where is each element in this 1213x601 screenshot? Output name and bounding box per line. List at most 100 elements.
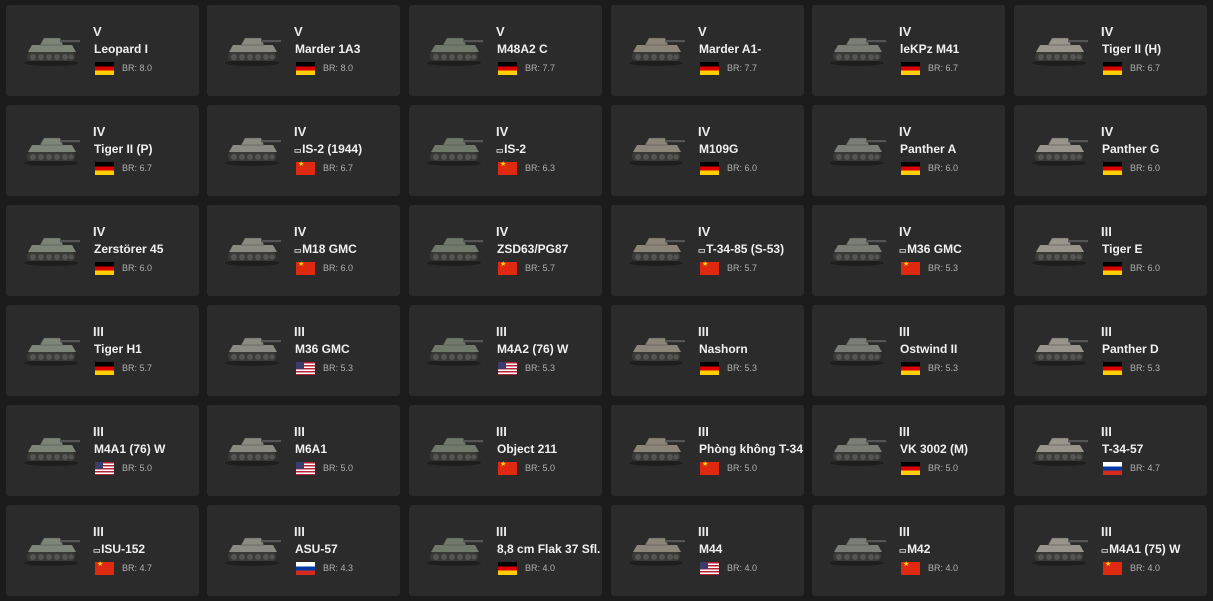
tier-label: III [294, 524, 305, 539]
vehicle-name-text: Phòng không T-34 [699, 442, 803, 456]
vehicle-card[interactable]: III Panther D BR: 5.3 [1014, 305, 1207, 396]
vehicle-card[interactable]: IV Panther G BR: 6.0 [1014, 105, 1207, 196]
vehicle-card[interactable]: III ASU-57 BR: 4.3 [207, 505, 400, 596]
br-line: BR: 6.0 [1101, 260, 1207, 276]
tier-label: V [496, 24, 505, 39]
vehicle-name: Phòng không T-34 [698, 442, 804, 459]
tank-icon [427, 337, 483, 366]
vehicle-card[interactable]: III Ostwind II BR: 5.3 [812, 305, 1005, 396]
vehicle-card[interactable]: IV Panther A BR: 6.0 [812, 105, 1005, 196]
tank-icon [830, 437, 886, 466]
vehicle-name: leKPz M41 [899, 42, 1005, 59]
vehicle-info: III M4A1 (76) W BR: 5.0 [93, 424, 199, 476]
vehicle-card[interactable]: IV ▭M18 GMC BR: 6.0 [207, 205, 400, 296]
vehicle-card[interactable]: IV ZSD63/PG87 BR: 5.7 [409, 205, 602, 296]
vehicle-name: T-34-57 [1101, 442, 1207, 459]
vehicle-info: III M44 BR: 4.0 [698, 524, 804, 576]
vehicle-card[interactable]: V Marder 1A3 BR: 8.0 [207, 5, 400, 96]
gift-prefix-icon: ▭ [1101, 546, 1109, 555]
tank-icon [830, 37, 886, 66]
vehicle-info: III VK 3002 (M) BR: 5.0 [899, 424, 1005, 476]
battle-rating: BR: 8.0 [122, 63, 153, 73]
battle-rating: BR: 5.7 [727, 263, 758, 273]
vehicle-info: IV ▭IS-2 BR: 6.3 [496, 124, 602, 176]
battle-rating: BR: 5.0 [122, 463, 153, 473]
battle-rating: BR: 5.0 [323, 463, 354, 473]
vehicle-name: ▭IS-2 (1944) [294, 142, 400, 159]
vehicle-card[interactable]: III M6A1 BR: 5.0 [207, 405, 400, 496]
tier-label: IV [496, 124, 509, 139]
vehicle-card[interactable]: V M48A2 C BR: 7.7 [409, 5, 602, 96]
vehicle-card[interactable]: III ▭M42 BR: 4.0 [812, 505, 1005, 596]
vehicle-info: III ▭M4A1 (75) W BR: 4.0 [1101, 524, 1207, 576]
gift-prefix-icon: ▭ [294, 246, 302, 255]
tank-icon [427, 437, 483, 466]
vehicle-card[interactable]: III 8,8 cm Flak 37 Sfl. BR: 4.0 [409, 505, 602, 596]
br-line: BR: 5.7 [93, 360, 199, 376]
vehicle-card[interactable]: III Tiger E BR: 6.0 [1014, 205, 1207, 296]
vehicle-card[interactable]: III T-34-57 BR: 4.7 [1014, 405, 1207, 496]
vehicle-card[interactable]: IV ▭M36 GMC BR: 5.3 [812, 205, 1005, 296]
tier-label: III [698, 524, 709, 539]
vehicle-card[interactable]: IV Tiger II (H) BR: 6.7 [1014, 5, 1207, 96]
vehicle-name-text: M109G [699, 142, 739, 156]
tier-label: III [93, 424, 104, 439]
vehicle-name-text: T-34-57 [1102, 442, 1144, 456]
vehicle-card[interactable]: III Nashorn BR: 5.3 [611, 305, 804, 396]
cn-flag-icon [296, 160, 315, 175]
br-line: BR: 8.0 [294, 60, 400, 76]
vehicle-info: IV Tiger II (H) BR: 6.7 [1101, 24, 1207, 76]
tier-label: IV [899, 24, 912, 39]
vehicle-info: V Marder 1A3 BR: 8.0 [294, 24, 400, 76]
vehicle-card[interactable]: III Phòng không T-34 BR: 5.0 [611, 405, 804, 496]
vehicle-card[interactable]: III ▭M4A1 (75) W BR: 4.0 [1014, 505, 1207, 596]
tier-label: IV [294, 124, 307, 139]
vehicle-card[interactable]: IV M109G BR: 6.0 [611, 105, 804, 196]
cn-flag-icon [498, 460, 517, 475]
us-flag-icon [95, 461, 114, 475]
tier-label: III [698, 424, 709, 439]
vehicle-name: ▭M42 [899, 542, 1005, 559]
vehicle-name-text: Panther A [900, 142, 957, 156]
vehicle-card[interactable]: III M44 BR: 4.0 [611, 505, 804, 596]
de-flag-icon [498, 561, 517, 575]
battle-rating: BR: 5.0 [525, 463, 556, 473]
vehicle-card[interactable]: IV leKPz M41 BR: 6.7 [812, 5, 1005, 96]
vehicle-card[interactable]: IV ▭IS-2 BR: 6.3 [409, 105, 602, 196]
vehicle-name-text: IS-2 (1944) [302, 142, 363, 156]
vehicle-card[interactable]: III Tiger H1 BR: 5.7 [6, 305, 199, 396]
vehicle-card[interactable]: III M4A2 (76) W BR: 5.3 [409, 305, 602, 396]
ru-flag-icon [296, 561, 315, 575]
vehicle-name: Ostwind II [899, 342, 1005, 359]
tank-icon [225, 437, 281, 466]
vehicle-name: Panther G [1101, 142, 1207, 159]
vehicle-name-text: Ostwind II [900, 342, 958, 356]
battle-rating: BR: 5.0 [727, 463, 758, 473]
tank-icon [427, 237, 483, 266]
vehicle-card[interactable]: IV Zerstörer 45 BR: 6.0 [6, 205, 199, 296]
vehicle-card[interactable]: III M36 GMC BR: 5.3 [207, 305, 400, 396]
vehicle-card[interactable]: IV Tiger II (P) BR: 6.7 [6, 105, 199, 196]
battle-rating: BR: 6.0 [122, 263, 153, 273]
vehicle-card[interactable]: III VK 3002 (M) BR: 5.0 [812, 405, 1005, 496]
br-line: BR: 6.7 [294, 160, 400, 176]
vehicle-name-text: Object 211 [497, 442, 558, 456]
br-line: BR: 7.7 [496, 60, 602, 76]
vehicle-name: 8,8 cm Flak 37 Sfl. [496, 542, 602, 559]
vehicle-info: IV ZSD63/PG87 BR: 5.7 [496, 224, 602, 276]
vehicle-card[interactable]: IV ▭T-34-85 (S-53) BR: 5.7 [611, 205, 804, 296]
vehicle-card[interactable]: V Leopard I BR: 8.0 [6, 5, 199, 96]
tank-icon [629, 337, 685, 366]
vehicle-card[interactable]: III ▭ISU-152 BR: 4.7 [6, 505, 199, 596]
vehicle-name: Nashorn [698, 342, 804, 359]
tank-icon [629, 37, 685, 66]
br-line: BR: 4.3 [294, 560, 400, 576]
vehicle-name-text: Nashorn [699, 342, 748, 356]
vehicle-card[interactable]: III Object 211 BR: 5.0 [409, 405, 602, 496]
br-line: BR: 6.7 [93, 160, 199, 176]
vehicle-card[interactable]: III M4A1 (76) W BR: 5.0 [6, 405, 199, 496]
vehicle-card[interactable]: V Marder A1- BR: 7.7 [611, 5, 804, 96]
de-flag-icon [498, 61, 517, 75]
vehicle-card[interactable]: IV ▭IS-2 (1944) BR: 6.7 [207, 105, 400, 196]
br-line: BR: 6.0 [93, 260, 199, 276]
